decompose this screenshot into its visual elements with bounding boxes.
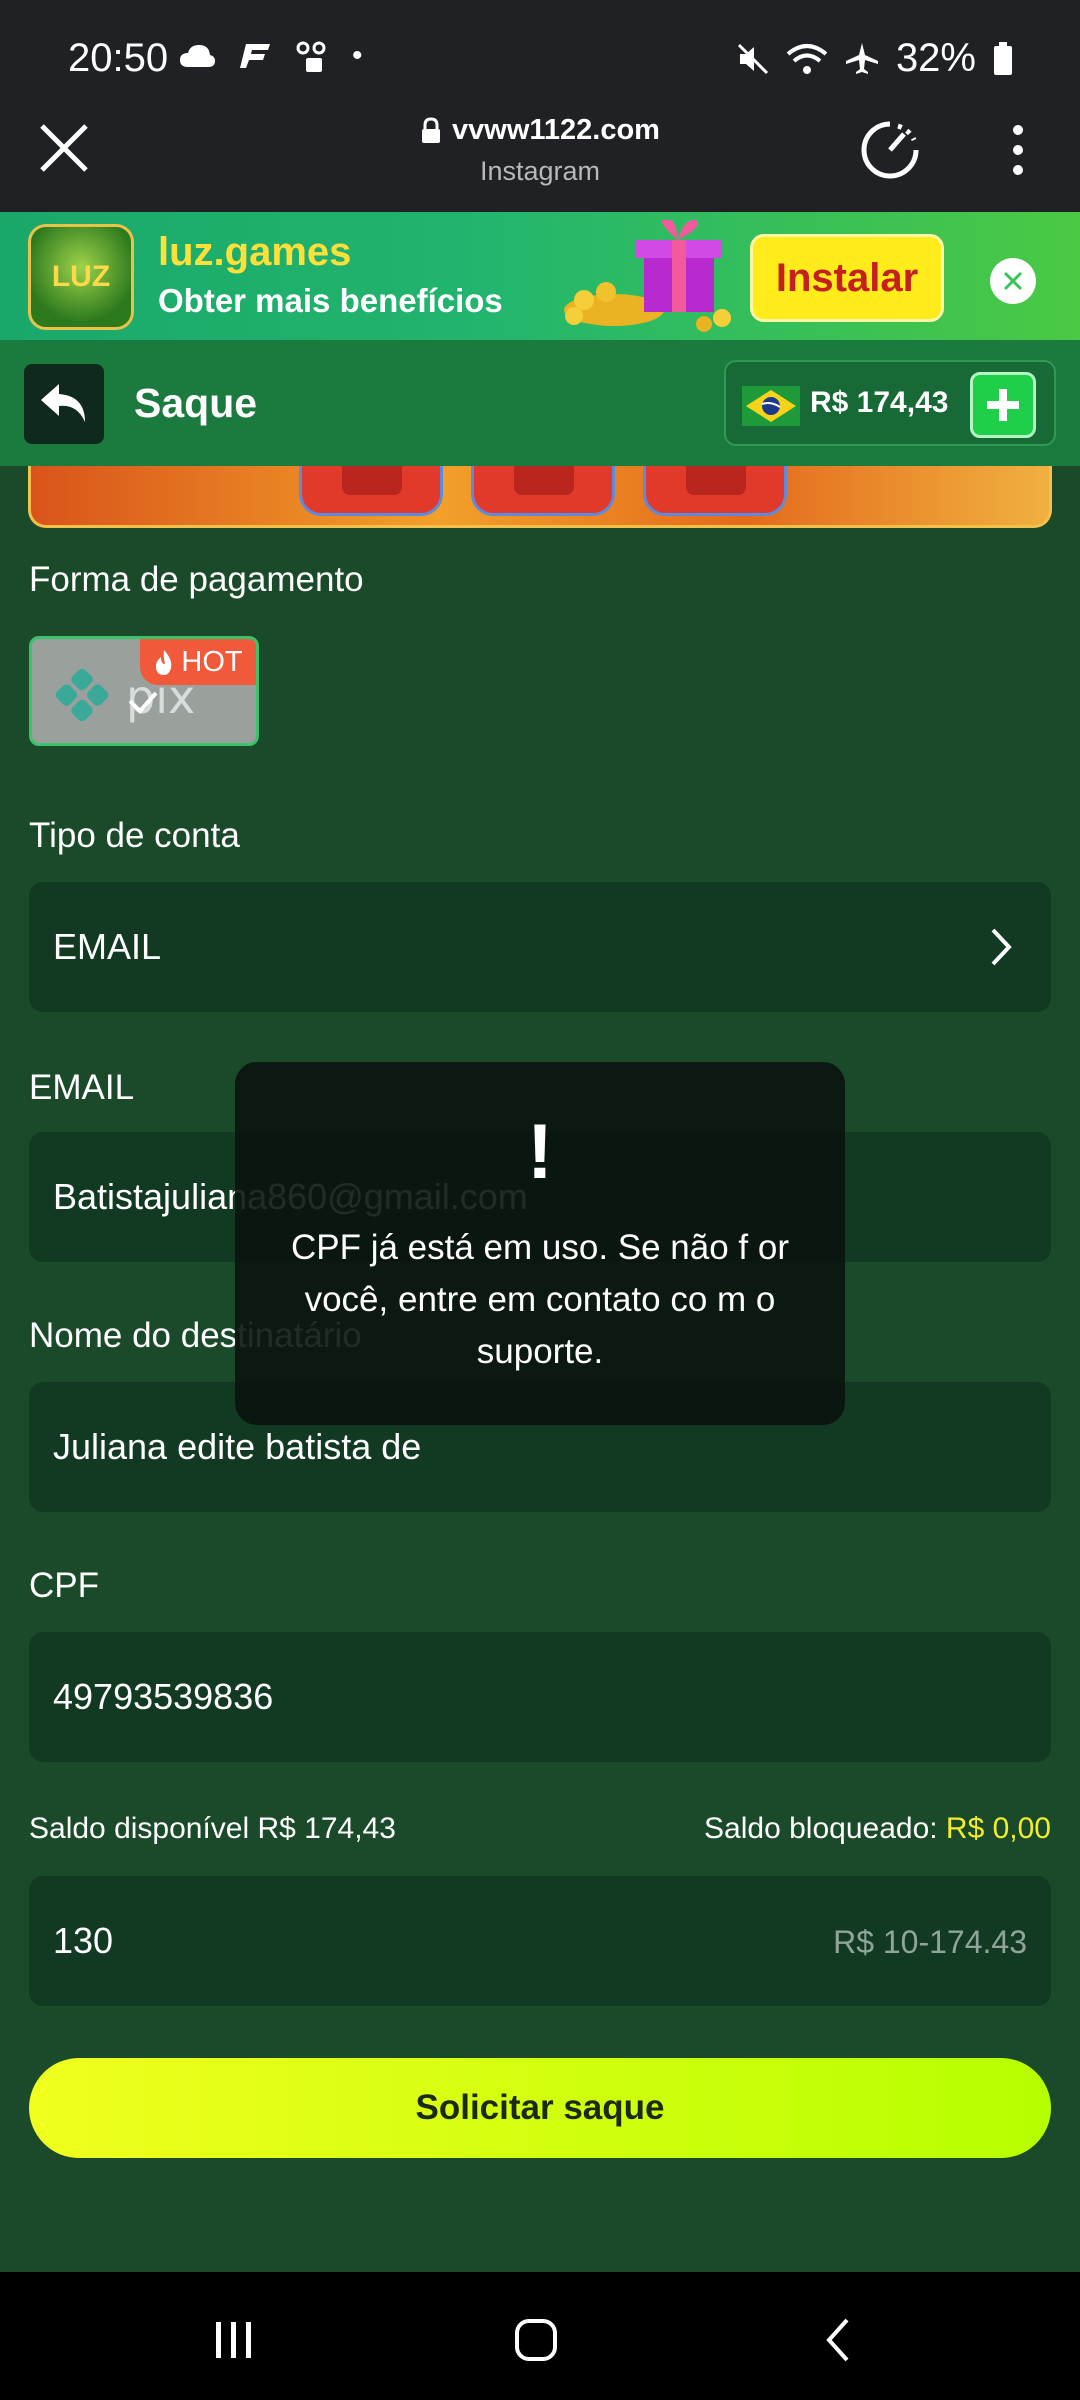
available-balance-value: 174,43 bbox=[304, 1812, 396, 1845]
back-button[interactable] bbox=[24, 364, 104, 444]
toast-message: CPF já está em uso. Se não f or você, en… bbox=[290, 1228, 789, 1371]
notification-app-icon bbox=[240, 44, 270, 68]
ad-subtitle: Obter mais benefícios bbox=[158, 282, 503, 319]
account-type-value: EMAIL bbox=[53, 926, 162, 967]
email-label: EMAIL bbox=[29, 1068, 135, 1107]
install-banner[interactable]: LUZ luz.games Obter mais benefícios Inst… bbox=[0, 212, 1080, 340]
browser-toolbar: vvww1122.com Instagram bbox=[0, 90, 1080, 212]
airplane-icon bbox=[845, 42, 878, 74]
mute-icon bbox=[737, 43, 768, 74]
balance-widget: R$ 174,43 bbox=[724, 360, 1056, 446]
promo-banner[interactable] bbox=[28, 466, 1052, 528]
account-type-select[interactable]: EMAIL bbox=[29, 882, 1051, 1012]
url-line: vvww1122.com bbox=[420, 114, 660, 147]
home-button[interactable] bbox=[496, 2310, 576, 2370]
cpf-label: CPF bbox=[29, 1566, 99, 1605]
withdraw-amount-field[interactable]: 130 R$ 10-174.43 bbox=[29, 1876, 1051, 2006]
status-bar: 20:50 • 32% bbox=[0, 0, 1080, 90]
close-icon bbox=[40, 124, 88, 172]
status-left-icons: • bbox=[178, 38, 363, 74]
error-toast: ! CPF já está em uso. Se não f or você, … bbox=[235, 1062, 845, 1425]
cloud-icon bbox=[180, 45, 215, 67]
app-header: Saque R$ 174,43 bbox=[0, 340, 1080, 466]
brazil-flag-icon bbox=[742, 386, 800, 426]
recent-apps-icon bbox=[216, 2322, 251, 2358]
browser-menu-button[interactable] bbox=[1000, 120, 1036, 180]
back-arrow-icon bbox=[41, 384, 85, 422]
speed-button[interactable] bbox=[858, 118, 922, 182]
address-bar[interactable]: vvww1122.com Instagram bbox=[300, 114, 780, 187]
blocked-balance: Saldo bloqueado: R$ 0,00 bbox=[704, 1812, 1051, 1846]
exclamation-icon: ! bbox=[527, 1107, 553, 1195]
promo-tile bbox=[643, 466, 787, 516]
system-nav-bar bbox=[0, 2272, 1080, 2400]
voicemail-icon bbox=[296, 41, 326, 72]
battery-icon bbox=[994, 41, 1012, 75]
lock-icon bbox=[422, 116, 440, 143]
wifi-icon bbox=[786, 43, 828, 74]
available-balance-label: Saldo disponível R$ bbox=[29, 1812, 305, 1845]
chevron-left-icon bbox=[826, 2318, 849, 2362]
close-browser-button[interactable] bbox=[34, 118, 94, 178]
status-time: 20:50 bbox=[68, 36, 169, 80]
more-vertical-icon bbox=[1013, 125, 1023, 175]
hot-badge: HOT bbox=[140, 639, 256, 685]
chevron-right-icon bbox=[991, 928, 1012, 966]
dot-icon: • bbox=[352, 39, 363, 72]
account-type-label: Tipo de conta bbox=[29, 816, 240, 855]
deposit-add-button[interactable] bbox=[970, 372, 1036, 438]
promo-tile bbox=[471, 466, 615, 516]
flame-icon bbox=[156, 650, 172, 675]
amount-value: 130 bbox=[53, 1920, 114, 1961]
page-title: Saque bbox=[134, 380, 258, 426]
recent-apps-button[interactable] bbox=[194, 2310, 274, 2370]
pix-payment-option[interactable]: pix HOT bbox=[29, 636, 259, 746]
balance-amount: R$ 174,43 bbox=[810, 386, 949, 419]
status-right-icons: 32% bbox=[736, 36, 1014, 81]
url-text: vvww1122.com bbox=[452, 114, 660, 146]
cpf-field[interactable]: 49793539836 bbox=[29, 1632, 1051, 1762]
ad-title: luz.games bbox=[158, 230, 352, 274]
app-icon-logo: LUZ bbox=[28, 224, 134, 330]
blocked-balance-label: Saldo bloqueado: bbox=[704, 1812, 946, 1845]
plus-icon bbox=[987, 389, 1019, 421]
amount-range-hint: R$ 10-174.43 bbox=[833, 1924, 1027, 1960]
speedometer-icon bbox=[861, 121, 919, 179]
back-nav-button[interactable] bbox=[798, 2310, 878, 2370]
promo-tile bbox=[299, 466, 443, 516]
battery-percent: 32% bbox=[895, 36, 976, 80]
blocked-balance-value: R$ 0,00 bbox=[945, 1812, 1051, 1845]
recipient-value: Juliana edite batista de bbox=[53, 1426, 422, 1467]
url-source: Instagram bbox=[479, 155, 601, 186]
cpf-value: 49793539836 bbox=[53, 1676, 274, 1717]
hot-badge-text: HOT bbox=[181, 645, 243, 678]
home-icon bbox=[515, 2319, 557, 2361]
close-icon bbox=[1003, 271, 1023, 291]
request-withdrawal-button[interactable]: Solicitar saque bbox=[29, 2058, 1051, 2158]
available-balance: Saldo disponível R$ 174,43 bbox=[29, 1812, 396, 1846]
gift-coins-illustration bbox=[564, 220, 731, 332]
install-button[interactable]: Instalar bbox=[750, 234, 944, 322]
ad-close-button[interactable] bbox=[990, 258, 1036, 304]
payment-method-label: Forma de pagamento bbox=[29, 560, 364, 599]
